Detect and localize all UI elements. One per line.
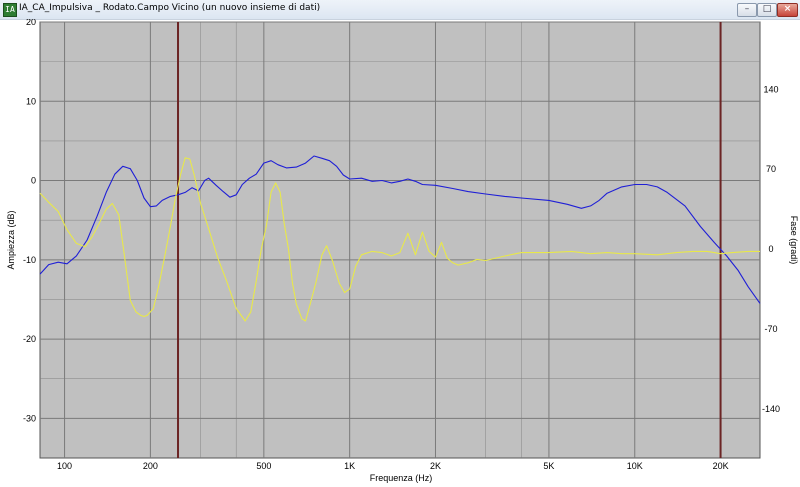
- x-tick-label: 200: [143, 461, 158, 471]
- y-tick-label: 10: [26, 96, 36, 106]
- app-icon: IA: [3, 3, 17, 17]
- x-tick-label: 1K: [344, 461, 355, 471]
- maximize-button[interactable]: □: [757, 3, 777, 17]
- minimize-button[interactable]: –: [737, 3, 757, 17]
- x-tick-label: 20K: [713, 461, 729, 471]
- x-tick-label: 10K: [627, 461, 643, 471]
- y-tick-label: -10: [23, 255, 36, 265]
- x-tick-label: 2K: [430, 461, 441, 471]
- y2-tick-label: 140: [763, 84, 778, 94]
- y2-tick-label: 0: [768, 244, 773, 254]
- y-axis-label: Ampiezza (dB): [6, 210, 16, 269]
- y2-tick-label: -140: [762, 404, 780, 414]
- x-tick-label: 500: [256, 461, 271, 471]
- y2-tick-label: -70: [764, 324, 777, 334]
- x-axis-label: Frequenza (Hz): [370, 473, 433, 483]
- title-bar[interactable]: IA IA_CA_Impulsiva _ Rodato.Campo Vicino…: [0, 0, 800, 20]
- window-title: IA_CA_Impulsiva _ Rodato.Campo Vicino (u…: [19, 3, 321, 13]
- plot-area[interactable]: [39, 21, 761, 459]
- x-tick-label: 100: [57, 461, 72, 471]
- y-tick-label: 20: [26, 19, 36, 27]
- close-button[interactable]: ×: [777, 3, 798, 17]
- y2-axis-label: Fase (gradi): [789, 216, 799, 265]
- x-tick-label: 5K: [543, 461, 554, 471]
- frequency-response-chart: 100 200 500 1K 2K 5K 10K 20K20100-10-20-3014070…: [6, 19, 799, 483]
- app-window: IA IA_CA_Impulsiva _ Rodato.Campo Vicino…: [0, 0, 800, 487]
- y-tick-label: -30: [23, 413, 36, 423]
- y-tick-label: -20: [23, 334, 36, 344]
- y-tick-label: 0: [31, 176, 36, 186]
- y2-tick-label: 70: [766, 164, 776, 174]
